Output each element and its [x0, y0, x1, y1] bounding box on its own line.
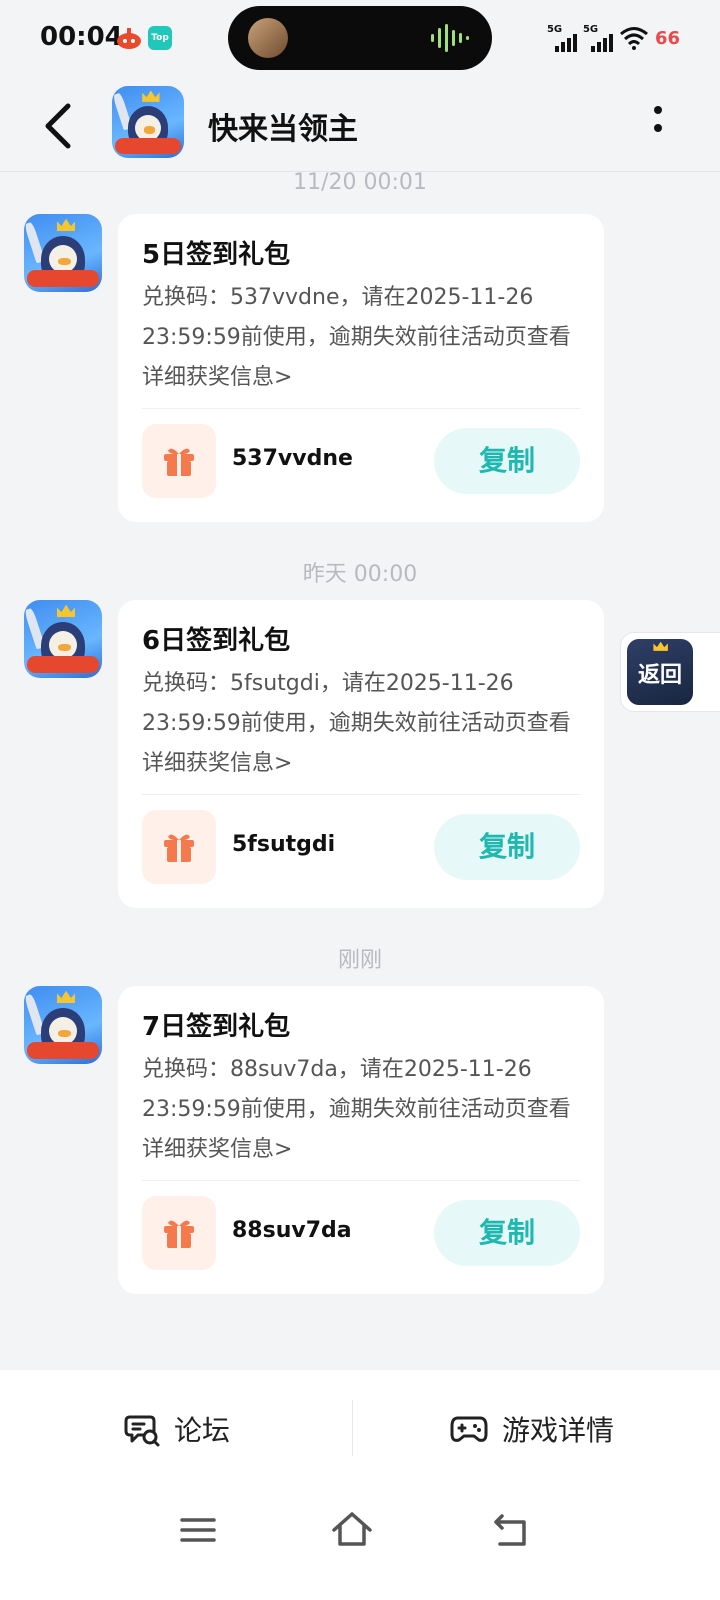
copy-button[interactable]: 复制 — [434, 1200, 580, 1266]
more-vertical-icon[interactable] — [646, 102, 670, 144]
sender-avatar[interactable] — [24, 600, 102, 678]
app-notification-icon — [117, 28, 141, 49]
card-title: 6日签到礼包 — [142, 626, 291, 656]
forum-icon — [124, 1415, 160, 1447]
card-body[interactable]: 兑换码：5fsutgdi，请在2025-11-26 23:59:59前使用，逾期… — [142, 664, 582, 784]
game-detail-button[interactable]: 游戏详情 — [450, 1406, 614, 1452]
wifi-icon — [619, 27, 648, 50]
back-icon[interactable] — [490, 1508, 534, 1552]
floating-return-button[interactable]: 返回 — [620, 632, 720, 712]
signal-icon: 5G — [583, 24, 613, 52]
game-avatar[interactable] — [112, 86, 184, 158]
status-bar: 00:04 Top 5G 5G 66 — [0, 0, 720, 80]
gift-card: 5日签到礼包 兑换码：537vvdne，请在2025-11-26 23:59:5… — [118, 214, 604, 522]
redeem-code: 88suv7da — [232, 1218, 352, 1243]
system-navigation — [0, 1486, 720, 1600]
status-indicators: 5G 5G 66 — [547, 22, 680, 54]
gift-card: 7日签到礼包 兑换码：88suv7da，请在2025-11-26 23:59:5… — [118, 986, 604, 1294]
page-title: 快来当领主 — [208, 112, 358, 147]
gift-icon — [142, 424, 216, 498]
card-body[interactable]: 兑换码：88suv7da，请在2025-11-26 23:59:59前使用，逾期… — [142, 1050, 582, 1170]
status-time: 00:04 — [40, 22, 123, 52]
divider — [142, 1180, 580, 1181]
media-thumbnail — [248, 18, 288, 58]
sender-avatar[interactable] — [24, 986, 102, 1064]
sender-avatar[interactable] — [24, 214, 102, 292]
divider — [142, 408, 580, 409]
forum-label: 论坛 — [174, 1414, 231, 1447]
bottom-separator — [352, 1400, 353, 1456]
redeem-code: 5fsutgdi — [232, 832, 336, 857]
menu-icon[interactable] — [176, 1508, 220, 1552]
app-bar: 快来当领主 — [0, 80, 720, 172]
time-divider: 刚刚 — [337, 948, 382, 973]
gamepad-icon — [450, 1416, 488, 1442]
game-detail-label: 游戏详情 — [502, 1414, 615, 1447]
game-thumbnail: 返回 — [627, 639, 693, 705]
card-body[interactable]: 兑换码：537vvdne，请在2025-11-26 23:59:59前使用，逾期… — [142, 278, 582, 398]
gift-icon — [142, 810, 216, 884]
copy-button[interactable]: 复制 — [434, 428, 580, 494]
battery-level: 66 — [654, 27, 680, 49]
redeem-code: 537vvdne — [232, 446, 353, 471]
divider — [142, 794, 580, 795]
forum-button[interactable]: 论坛 — [124, 1406, 230, 1452]
copy-button[interactable]: 复制 — [434, 814, 580, 880]
card-title: 5日签到礼包 — [142, 240, 291, 270]
gift-icon — [142, 1196, 216, 1270]
back-arrow-icon[interactable] — [36, 98, 86, 154]
bottom-action-bar: 论坛 游戏详情 — [0, 1370, 720, 1486]
audio-wave-icon — [431, 24, 469, 52]
top-app-icon: Top — [148, 26, 172, 50]
home-icon[interactable] — [330, 1508, 374, 1552]
gift-card: 6日签到礼包 兑换码：5fsutgdi，请在2025-11-26 23:59:5… — [118, 600, 604, 908]
time-divider: 昨天 00:00 — [302, 562, 418, 587]
time-divider: 11/20 00:01 — [293, 170, 427, 195]
return-label: 返回 — [637, 663, 682, 688]
card-title: 7日签到礼包 — [142, 1012, 291, 1042]
signal-icon: 5G — [547, 24, 577, 52]
dynamic-island[interactable] — [228, 6, 492, 70]
